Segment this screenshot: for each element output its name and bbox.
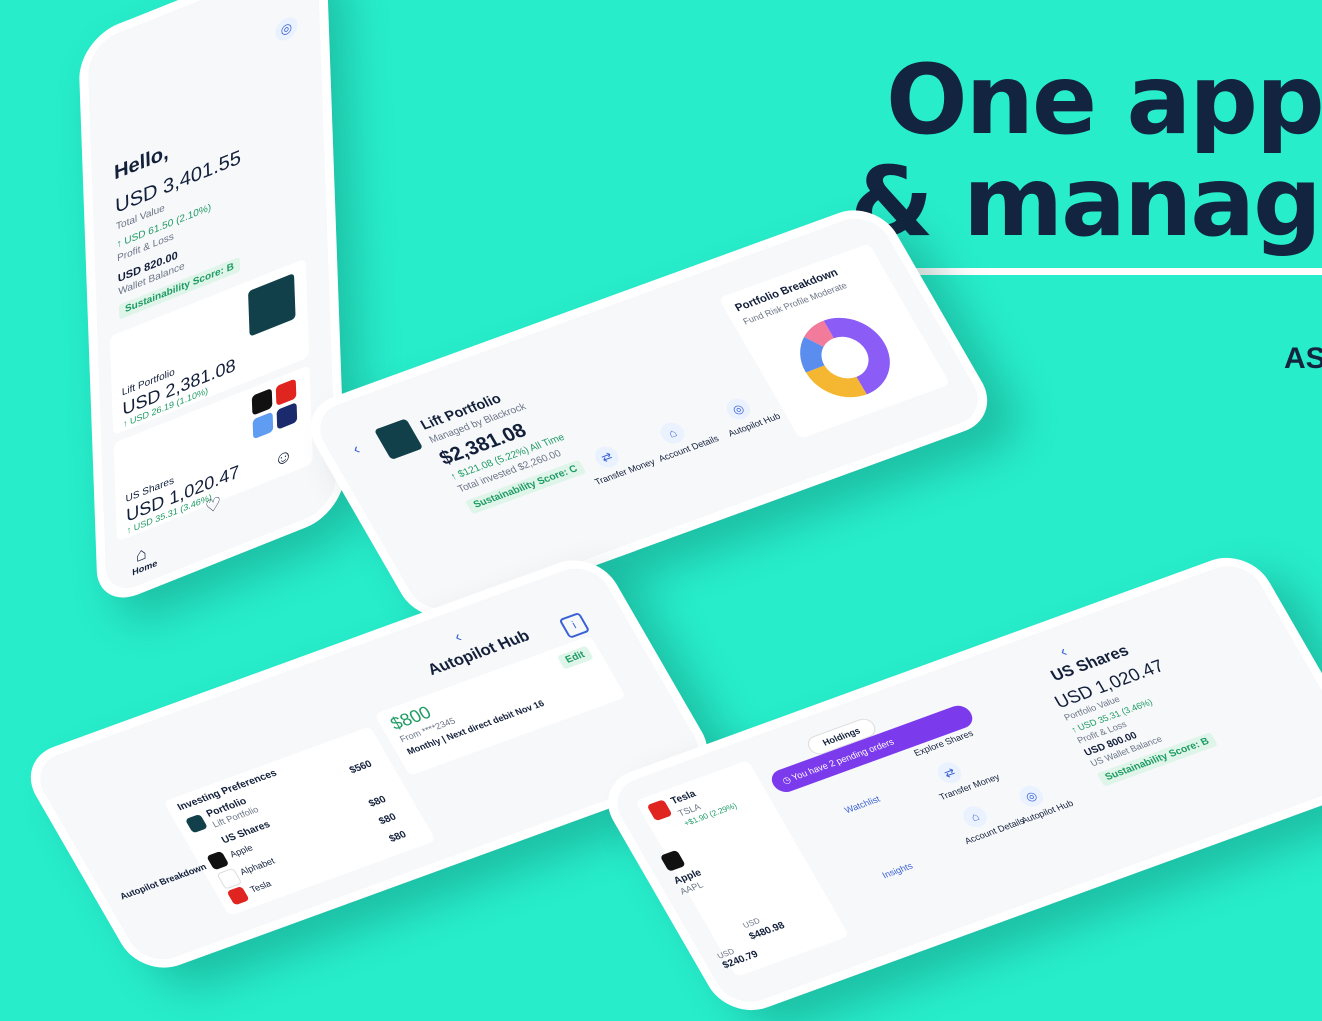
autopilot-icon[interactable]: ◎ (722, 395, 755, 423)
apple-logo-icon (206, 850, 230, 871)
lift-logo-icon (373, 418, 424, 460)
headline-line-2: & manag (850, 146, 1322, 258)
microsoft-logo-icon (252, 411, 274, 440)
headline: One app & manag (850, 52, 1322, 250)
bank-icon[interactable]: ⌂ (656, 419, 689, 447)
tab-insights[interactable]: Insights (880, 861, 914, 880)
pref-apple: Apple (227, 842, 255, 860)
autopilot-screen: ‹ Autopilot Hub i $800 From ****2345 Mon… (28, 560, 710, 968)
transfer-icon[interactable]: ⇄ (590, 443, 623, 471)
autopilot-breakdown: Autopilot Breakdown (118, 861, 209, 902)
tesla-logo-icon (275, 378, 297, 407)
tesla-logo-icon (226, 885, 250, 906)
debit-card: $800 From ****2345 Monthly | Next direct… (374, 635, 627, 776)
headline-tag: AS (1284, 342, 1322, 375)
phone-us-shares: ‹ US Shares USD 1,020.47 Portfolio Value… (593, 546, 1322, 1021)
tab-watchlist[interactable]: Watchlist (843, 794, 882, 815)
lift-screen: ‹ Lift Portfolio Managed by Blackrock $2… (308, 210, 990, 618)
phone-lift-portfolio: ‹ Lift Portfolio Managed by Blackrock $2… (295, 199, 1003, 629)
bank-icon[interactable]: ⌂ (959, 803, 991, 831)
home-screen: ◎ Hello, USD 3,401.55 Total Value ↑ USD … (87, 0, 337, 598)
pref-apple-amount: $80 (366, 794, 389, 810)
autopilot-icon[interactable]: ◎ (1015, 782, 1048, 810)
headline-underline (852, 268, 1322, 275)
heart-nav-icon[interactable]: ♡ (205, 492, 222, 519)
transfer-icon[interactable]: ⇄ (933, 759, 966, 787)
apple-logo-icon (251, 387, 273, 416)
back-chevron-icon[interactable]: ‹ (1057, 644, 1071, 662)
phone-home: ◎ Hello, USD 3,401.55 Total Value ↑ USD … (78, 0, 347, 611)
back-chevron-icon[interactable]: ‹ (451, 629, 465, 647)
info-icon[interactable]: i (558, 611, 591, 639)
phone-autopilot-hub: ‹ Autopilot Hub i $800 From ****2345 Mon… (15, 549, 723, 979)
lift-logo-icon (184, 813, 209, 834)
us-shares-screen: ‹ US Shares USD 1,020.47 Portfolio Value… (606, 557, 1322, 1011)
pref-tesla: Tesla (248, 878, 274, 895)
pref-alphabet: Alphabet (238, 855, 277, 877)
preferences-card: Investing Preferences Portfolio Lift Por… (163, 726, 437, 916)
pref-alphabet-amount: $80 (377, 811, 399, 828)
pref-lift-amount: $560 (347, 758, 375, 777)
edit-button[interactable]: Edit (556, 645, 594, 670)
lift-logo-icon (248, 273, 296, 337)
headline-line-1: One app (886, 44, 1322, 156)
autopilot-icon[interactable]: ◎ (275, 13, 298, 45)
tesla-logo-icon (646, 799, 673, 822)
disney-logo-icon (276, 402, 298, 430)
portfolio-donut-chart (800, 317, 890, 398)
breakdown-card: Portfolio Breakdown Fund Risk Profile Mo… (718, 243, 951, 439)
back-chevron-icon[interactable]: ‹ (350, 441, 364, 459)
pref-tesla-amount: $80 (387, 829, 409, 845)
